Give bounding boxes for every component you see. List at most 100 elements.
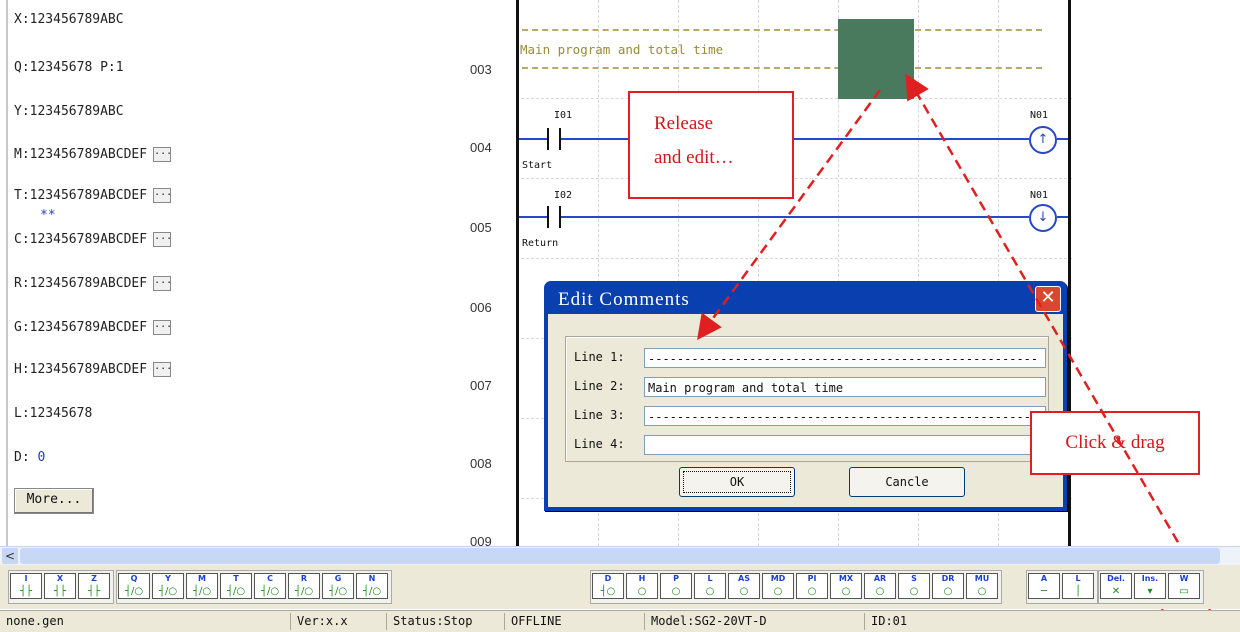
toolbar-button-sub: A xyxy=(1040,574,1048,583)
toolbar-button-func-DR[interactable]: DR ○ xyxy=(932,573,964,599)
scroll-thumb[interactable] xyxy=(20,548,1220,564)
toolbar-button-func-PI[interactable]: PI ○ xyxy=(796,573,828,599)
status-model: Model:SG2-20VT-D xyxy=(644,613,864,630)
cancel-button[interactable]: Cancle xyxy=(849,467,965,497)
contact-I01[interactable] xyxy=(547,128,561,150)
line-3-input[interactable]: ----------------------------------------… xyxy=(644,406,1046,426)
toolbar-button-func-L[interactable]: L ○ xyxy=(694,573,726,599)
line-2-input[interactable]: Main program and total time xyxy=(644,377,1046,397)
toolbar-button-sub: N xyxy=(368,574,376,583)
toolbar-button-vline[interactable]: L │ xyxy=(1062,573,1094,599)
func-DR-icon: ○ xyxy=(943,586,953,597)
func-MX-icon: ○ xyxy=(841,586,851,597)
row-number: 004 xyxy=(470,140,492,155)
var-R-more-button[interactable]: ... xyxy=(153,276,172,291)
line-4-input[interactable] xyxy=(644,435,1046,455)
toolbar-button-contact-X[interactable]: X ┤├ xyxy=(44,573,76,599)
toolbar-button-hline[interactable]: A ─ xyxy=(1028,573,1060,599)
row-number: 003 xyxy=(470,62,492,77)
toolbar-button-sub: S xyxy=(911,574,917,583)
func-MU-icon: ○ xyxy=(977,586,987,597)
instruction-toolbar: I ┤├ X ┤├ Z ┤├ Q ┤/○ Y ┤/○ M ┤/○ T ┤/○ C ┤/○ R ┤/○ G ┤/○ N ┤/… xyxy=(0,565,1240,609)
func-PI-icon: ○ xyxy=(807,586,817,597)
toolbar-button-sub: D xyxy=(604,574,612,583)
horizontal-scrollbar[interactable]: < xyxy=(0,546,1240,565)
contact-comment: Start xyxy=(522,160,553,171)
toolbar-group: D ┤○ H ○ P ○ L ○ AS ○ MD ○ PI ○ MX ○ AR ○ S ○ DR ○ MU ○ xyxy=(590,570,1002,604)
contact-I-icon: ┤├ xyxy=(19,586,33,597)
toolbar-button-func-MX[interactable]: MX ○ xyxy=(830,573,862,599)
var-row-M: M:123456789ABCDEF... xyxy=(14,147,172,162)
comment-cursor-block[interactable] xyxy=(838,19,914,99)
contact-comment: Return xyxy=(522,238,559,249)
toolbar-button-sub: G xyxy=(334,574,342,583)
toolbar-button-coil-Q[interactable]: Q ┤/○ xyxy=(118,573,150,599)
var-row-H: H:123456789ABCDEF... xyxy=(14,362,172,377)
func-AS-icon: ○ xyxy=(739,586,749,597)
var-M-more-button[interactable]: ... xyxy=(153,147,172,162)
more-button[interactable]: More... xyxy=(14,488,94,514)
release-callout-line-2: and edit… xyxy=(654,147,734,168)
var-row-Q: Q:12345678 P:1 xyxy=(14,60,124,75)
var-row-G: G:123456789ABCDEF... xyxy=(14,320,172,335)
panel-edge xyxy=(6,0,8,546)
toolbar-button-coil-R[interactable]: R ┤/○ xyxy=(288,573,320,599)
toolbar-button-coil-C[interactable]: C ┤/○ xyxy=(254,573,286,599)
toolbar-button-comment[interactable]: W ▭ xyxy=(1168,573,1200,599)
toolbar-button-func-H[interactable]: H ○ xyxy=(626,573,658,599)
ok-button[interactable]: OK xyxy=(679,467,795,497)
coil-N01-up[interactable]: ↑ xyxy=(1029,126,1057,154)
toolbar-button-sub: Y xyxy=(165,574,171,583)
toolbar-button-sub: MU xyxy=(974,574,990,583)
toolbar-button-coil-T[interactable]: T ┤/○ xyxy=(220,573,252,599)
var-row-L: L:12345678 xyxy=(14,406,92,421)
var-text: Q:12345678 P:1 xyxy=(14,60,124,75)
comment-text: Main program and total time xyxy=(520,42,724,57)
func-D-icon: ┤○ xyxy=(600,586,616,597)
var-C-more-button[interactable]: ... xyxy=(153,232,172,247)
row-number: 007 xyxy=(470,378,492,393)
line-1-label: Line 1: xyxy=(574,350,625,364)
contact-label: I02 xyxy=(554,190,573,201)
toolbar-button-contact-Z[interactable]: Z ┤├ xyxy=(78,573,110,599)
toolbar-button-func-S[interactable]: S ○ xyxy=(898,573,930,599)
hline-icon: ─ xyxy=(1040,586,1048,597)
toolbar-button-coil-Y[interactable]: Y ┤/○ xyxy=(152,573,184,599)
var-text: M:123456789ABCDEF xyxy=(14,147,148,162)
line-2-label: Line 2: xyxy=(574,379,625,393)
var-G-more-button[interactable]: ... xyxy=(153,320,172,335)
toolbar-button-coil-M[interactable]: M ┤/○ xyxy=(186,573,218,599)
toolbar-button-func-AS[interactable]: AS ○ xyxy=(728,573,760,599)
coil-label: N01 xyxy=(1030,110,1049,121)
toolbar-button-func-P[interactable]: P ○ xyxy=(660,573,692,599)
toolbar-button-insert[interactable]: Ins. ▾ xyxy=(1134,573,1166,599)
toolbar-button-contact-I[interactable]: I ┤├ xyxy=(10,573,42,599)
func-P-icon: ○ xyxy=(671,586,681,597)
comment-icon: ▭ xyxy=(1179,586,1189,597)
toolbar-button-coil-N[interactable]: N ┤/○ xyxy=(356,573,388,599)
var-row-R: R:123456789ABCDEF... xyxy=(14,276,172,291)
scroll-left-arrow-icon[interactable]: < xyxy=(2,548,18,564)
toolbar-button-func-D[interactable]: D ┤○ xyxy=(592,573,624,599)
var-H-more-button[interactable]: ... xyxy=(153,362,172,377)
toolbar-button-coil-G[interactable]: G ┤/○ xyxy=(322,573,354,599)
func-AR-icon: ○ xyxy=(875,586,885,597)
coil-G-icon: ┤/○ xyxy=(328,586,348,597)
coil-N01-down[interactable]: ↓ xyxy=(1029,204,1057,232)
toolbar-button-func-MD[interactable]: MD ○ xyxy=(762,573,794,599)
click-drag-callout: Click & drag xyxy=(1030,411,1200,475)
line-1-input[interactable]: ----------------------------------------… xyxy=(644,348,1046,368)
toolbar-group: A ─ L │ xyxy=(1026,570,1098,604)
toolbar-button-sub: Ins. xyxy=(1141,574,1159,583)
grid-line xyxy=(516,98,1072,99)
var-T-more-button[interactable]: ... xyxy=(153,188,172,203)
row-number: 006 xyxy=(470,300,492,315)
release-callout-line-1: Release xyxy=(654,113,714,134)
toolbar-button-func-MU[interactable]: MU ○ xyxy=(966,573,998,599)
toolbar-button-func-AR[interactable]: AR ○ xyxy=(864,573,896,599)
close-icon[interactable]: ✕ xyxy=(1035,286,1061,312)
line-4-label: Line 4: xyxy=(574,437,625,451)
toolbar-button-delete[interactable]: Del. ✕ xyxy=(1100,573,1132,599)
status-id: ID:01 xyxy=(864,613,1240,630)
contact-I02[interactable] xyxy=(547,206,561,228)
